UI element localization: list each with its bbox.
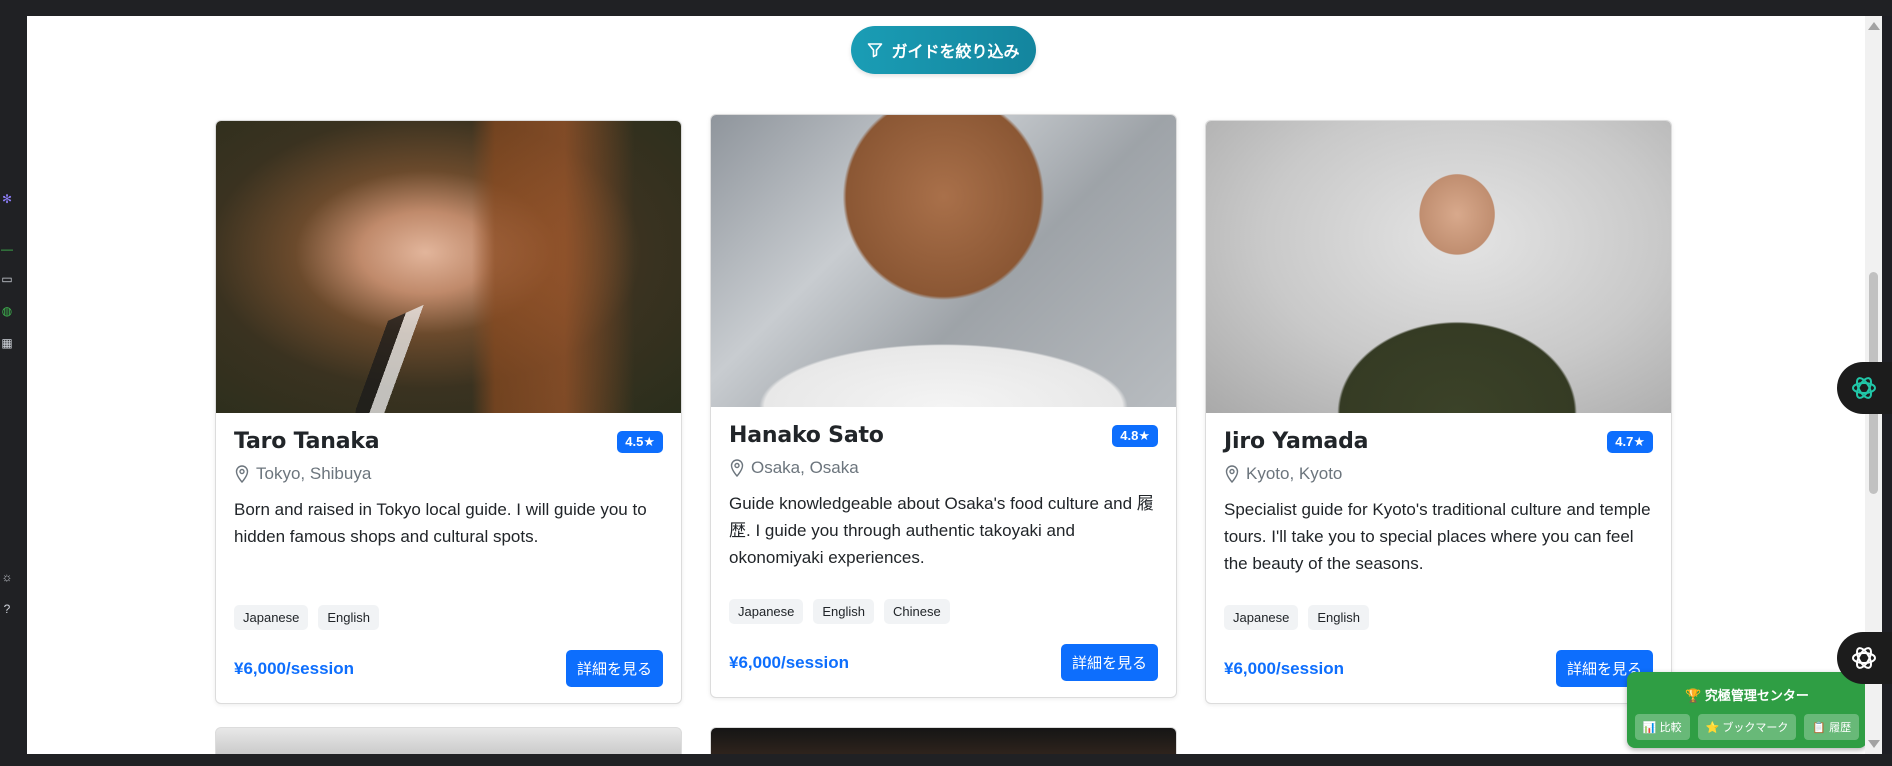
guide-location: Kyoto, Kyoto	[1224, 464, 1653, 484]
page-viewport: ガイドを絞り込み Taro Tanaka 4.5★ Tokyo, Shibuya…	[27, 16, 1865, 754]
guide-location: Tokyo, Shibuya	[234, 464, 663, 484]
map-pin-icon	[730, 459, 744, 477]
scroll-down-icon[interactable]	[1868, 740, 1880, 748]
language-tag: English	[1308, 605, 1370, 630]
language-tag: Japanese	[1224, 605, 1299, 630]
rating-badge: 4.5★	[617, 431, 663, 453]
extension-icon[interactable]: ✻	[0, 192, 14, 206]
language-tags: Japanese English	[234, 605, 663, 630]
guide-description: Guide knowledgeable about Osaka's food c…	[729, 494, 1154, 567]
guide-location: Osaka, Osaka	[729, 458, 1158, 478]
map-pin-icon	[1225, 465, 1239, 483]
ai-helper-launcher[interactable]	[1837, 632, 1892, 684]
guide-name: Hanako Sato	[729, 423, 884, 448]
view-details-button[interactable]: 詳細を見る	[565, 650, 663, 687]
language-tag: English	[813, 599, 875, 624]
guide-card: Hanako Sato 4.8★ Osaka, Osaka Guide know…	[710, 114, 1177, 698]
filter-button-label: ガイドを絞り込み	[891, 44, 1020, 61]
guide-photo	[1206, 121, 1671, 413]
openai-logo-icon	[1852, 377, 1876, 399]
widget-title: 🏆 究極管理センター	[1685, 688, 1809, 703]
location-text: Tokyo, Shibuya	[256, 464, 372, 483]
guide-card: Taro Tanaka 4.5★ Tokyo, Shibuya Born and…	[215, 120, 682, 704]
price: ¥6,000/session	[1224, 658, 1345, 678]
bulb-icon[interactable]: ☼	[0, 570, 14, 584]
grid-icon[interactable]: ▦	[0, 336, 14, 350]
location-text: Kyoto, Kyoto	[1246, 464, 1343, 483]
browser-bottom-bar	[0, 754, 1892, 766]
bookmark-button[interactable]: ⭐ ブックマーク	[1697, 714, 1797, 740]
openai-logo-icon	[1852, 647, 1876, 669]
management-center-widget: 🏆 究極管理センター 📊 比較 ⭐ ブックマーク 📋 履歴	[1627, 672, 1865, 748]
scroll-up-icon[interactable]	[1868, 22, 1880, 30]
guide-photo	[711, 115, 1176, 407]
globe-icon[interactable]: ◍	[0, 304, 14, 318]
location-text: Osaka, Osaka	[751, 458, 859, 477]
guide-card: Jiro Yamada 4.7★ Kyoto, Kyoto Specialist…	[1205, 120, 1672, 704]
guide-card-partial	[710, 727, 1177, 754]
rating-badge: 4.7★	[1607, 431, 1653, 453]
language-tag: Japanese	[234, 605, 309, 630]
price: ¥6,000/session	[234, 658, 355, 678]
filter-guides-button[interactable]: ガイドを絞り込み	[851, 26, 1036, 74]
language-tag: Japanese	[729, 599, 804, 624]
assistant-launcher[interactable]	[1837, 362, 1892, 414]
guide-name: Taro Tanaka	[234, 429, 380, 454]
history-button[interactable]: 📋 履歴	[1804, 714, 1860, 740]
map-pin-icon	[235, 465, 249, 483]
guide-photo	[216, 121, 681, 413]
guide-card-partial	[215, 727, 682, 754]
price: ¥6,000/session	[729, 652, 850, 672]
language-tag: Chinese	[884, 599, 950, 624]
help-icon[interactable]: ?	[0, 602, 14, 616]
language-tags: Japanese English Chinese	[729, 599, 1158, 624]
sidebar-rail: ✻ — ▭ ◍ ▦ ☼ ?	[0, 16, 27, 756]
compare-button[interactable]: 📊 比較	[1634, 714, 1690, 740]
language-tag: English	[318, 605, 380, 630]
device-icon[interactable]: ▭	[0, 272, 14, 286]
guide-description: Born and raised in Tokyo local guide. I …	[234, 500, 647, 546]
view-details-button[interactable]: 詳細を見る	[1060, 644, 1158, 681]
guide-description: Specialist guide for Kyoto's traditional…	[1224, 500, 1651, 573]
guide-name: Jiro Yamada	[1224, 429, 1369, 454]
dash-icon[interactable]: —	[0, 242, 14, 256]
language-tags: Japanese English	[1224, 605, 1653, 630]
rating-badge: 4.8★	[1112, 425, 1158, 447]
filter-icon	[868, 43, 883, 58]
browser-top-bar	[0, 0, 1892, 16]
